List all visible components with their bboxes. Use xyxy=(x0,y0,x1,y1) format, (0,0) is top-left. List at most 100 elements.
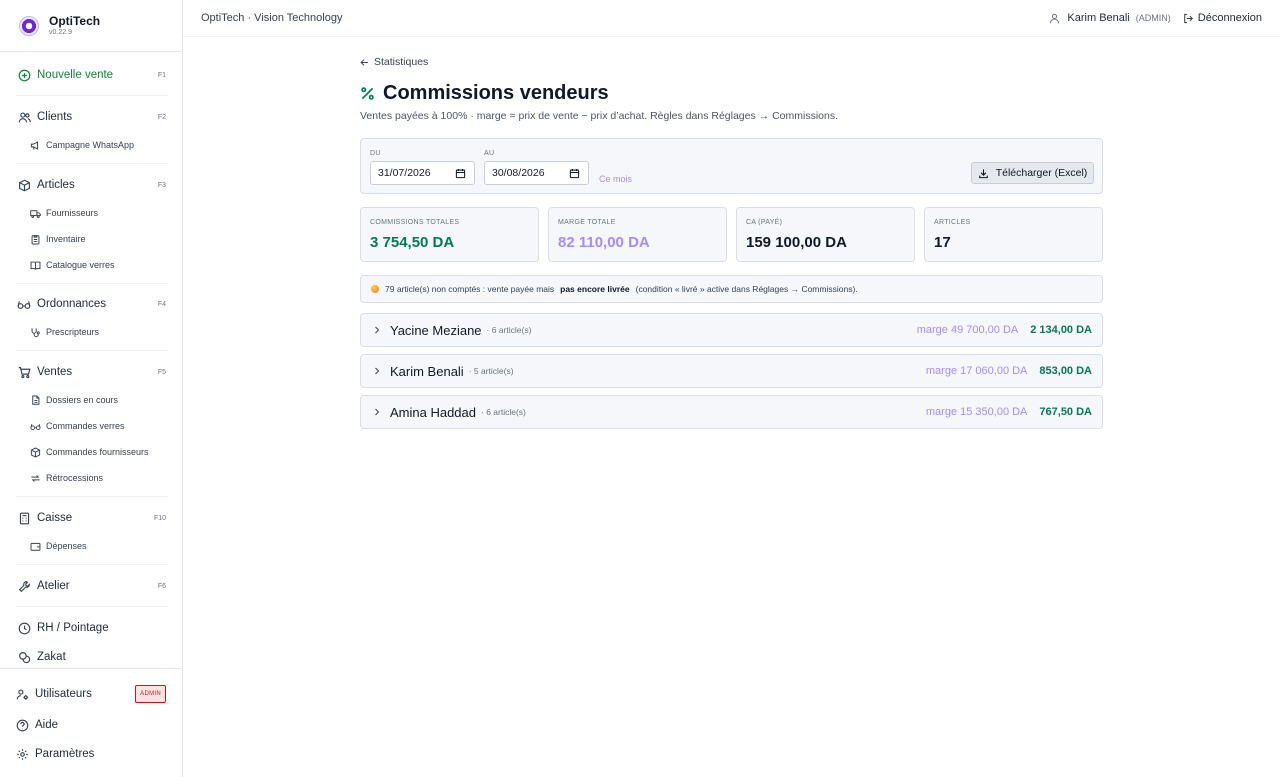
truck-icon xyxy=(30,208,41,219)
page-header: Commissions vendeurs xyxy=(360,82,609,105)
calculator-icon xyxy=(17,511,31,525)
divider xyxy=(16,606,168,607)
back-link[interactable]: Statistiques xyxy=(360,56,428,68)
notice-text-2: (condition « livré » active dans Réglage… xyxy=(635,284,858,294)
chevron-right-icon xyxy=(373,367,381,375)
sidebar-item-label: Ventes xyxy=(37,366,73,378)
sidebar-item-label: Dépenses xyxy=(46,541,87,551)
seller-article-count: · 6 article(s) xyxy=(486,325,532,335)
stat-value: 82 110,00 DA xyxy=(558,234,650,251)
sidebar-item-expenses[interactable]: Dépenses xyxy=(0,537,182,555)
brand-version: v0.22.9 xyxy=(49,28,72,36)
user-cog-icon xyxy=(15,687,29,701)
sidebar-item-supplier-orders[interactable]: Commandes fournisseurs xyxy=(0,443,182,461)
sidebar-item-new-sale[interactable]: Nouvelle vente F1 xyxy=(0,64,182,86)
sidebar-item-label: Inventaire xyxy=(46,234,86,244)
current-user[interactable]: Karim Benali (ADMIN) xyxy=(1049,12,1171,24)
page-title: Commissions vendeurs xyxy=(383,82,609,104)
app-title: OptiTech · Vision Technology xyxy=(201,12,343,24)
stat-value: 159 100,00 DA xyxy=(746,234,847,251)
sidebar-item-workshop[interactable]: Atelier F6 xyxy=(0,575,182,597)
from-date-value: 31/07/2026 xyxy=(378,167,431,179)
divider xyxy=(16,350,168,351)
sidebar-item-settings[interactable]: Paramètres xyxy=(0,743,182,765)
divider xyxy=(0,668,182,669)
wallet-icon xyxy=(30,541,41,552)
this-month-link[interactable]: Ce mois xyxy=(599,174,632,184)
from-label: DU xyxy=(370,150,381,157)
chevron-right-icon xyxy=(373,408,381,416)
seller-article-count: · 6 article(s) xyxy=(481,407,526,417)
stat-card-revenue: CA (PAYÉ) 159 100,00 DA xyxy=(736,207,915,262)
seller-row[interactable]: Karim Benali · 5 article(s) marge 17 060… xyxy=(360,354,1103,388)
arrow-left-icon xyxy=(360,58,369,67)
seller-row[interactable]: Amina Haddad · 6 article(s) marge 15 350… xyxy=(360,395,1103,429)
shortcut-key: F2 xyxy=(157,113,166,121)
sidebar-item-zakat[interactable]: Zakat xyxy=(0,646,182,668)
calendar-icon[interactable] xyxy=(455,168,466,182)
divider xyxy=(16,564,168,565)
sidebar-item-retro[interactable]: Rétrocessions xyxy=(0,469,182,487)
shortcut-key: F5 xyxy=(157,368,166,376)
sidebar-item-hr[interactable]: RH / Pointage xyxy=(0,617,182,639)
sidebar-item-clients[interactable]: Clients F2 xyxy=(0,106,182,128)
download-label: Télécharger (Excel) xyxy=(995,167,1088,179)
to-date-input[interactable]: 30/08/2026 xyxy=(484,161,589,185)
glasses-icon xyxy=(17,297,31,311)
shortcut-key: F4 xyxy=(157,300,166,308)
package-icon xyxy=(30,446,41,458)
sidebar-item-label: Rétrocessions xyxy=(46,473,104,483)
sidebar-item-suppliers[interactable]: Fournisseurs xyxy=(0,204,182,222)
page-subtitle: Ventes payées à 100% · marge = prix de v… xyxy=(360,110,839,122)
from-date-input[interactable]: 31/07/2026 xyxy=(370,161,475,185)
stat-value: 17 xyxy=(934,234,951,251)
stat-card-articles: ARTICLES 17 xyxy=(924,207,1103,262)
seller-row[interactable]: Yacine Meziane · 6 article(s) marge 49 7… xyxy=(360,313,1103,347)
sidebar-item-label: Commandes fournisseurs xyxy=(46,447,149,457)
sidebar-item-cash[interactable]: Caisse F10 xyxy=(0,507,182,529)
sidebar-item-label: Atelier xyxy=(37,580,70,592)
download-excel-button[interactable]: Télécharger (Excel) xyxy=(971,162,1094,184)
notice-banner: 79 article(s) non comptés : vente payée … xyxy=(360,275,1103,303)
sidebar-item-prescribers[interactable]: Prescripteurs xyxy=(0,323,182,341)
users-icon xyxy=(17,110,31,124)
book-icon xyxy=(30,260,41,271)
seller-margin: marge 15 350,00 DA xyxy=(925,406,1028,418)
seller-commission: 853,00 DA xyxy=(1039,365,1092,377)
sidebar-item-label: Campagne WhatsApp xyxy=(46,140,135,150)
sidebar-item-help[interactable]: Aide xyxy=(0,714,182,736)
sidebar-item-inventory[interactable]: Inventaire xyxy=(0,230,182,248)
sidebar-item-lens-orders[interactable]: Commandes verres xyxy=(0,417,182,435)
sidebar-item-label: Aide xyxy=(35,719,59,731)
top-bar: OptiTech · Vision Technology Karim Benal… xyxy=(183,0,1280,37)
stat-label: COMMISSIONS TOTALES xyxy=(370,219,460,226)
brand-name: OptiTech xyxy=(49,13,101,28)
sidebar-item-label: Dossiers en cours xyxy=(46,395,119,405)
seller-commission: 767,50 DA xyxy=(1039,406,1092,418)
sidebar-item-prescriptions[interactable]: Ordonnances F4 xyxy=(0,293,182,315)
glasses-icon xyxy=(30,421,41,432)
cart-icon xyxy=(17,365,31,379)
seller-commission: 2 134,00 DA xyxy=(1030,324,1092,336)
logout-button[interactable]: Déconnexion xyxy=(1183,12,1262,24)
sidebar-item-catalog[interactable]: Catalogue verres xyxy=(0,256,182,274)
coins-icon xyxy=(17,650,31,664)
warning-icon xyxy=(371,285,379,293)
files-icon xyxy=(30,395,41,406)
shortcut-key: F1 xyxy=(157,71,166,79)
sidebar-item-users[interactable]: Utilisateurs ADMIN xyxy=(0,683,182,705)
shortcut-key: F6 xyxy=(157,582,166,590)
calendar-icon[interactable] xyxy=(569,168,580,182)
megaphone-icon xyxy=(30,140,41,151)
sidebar-item-label: Paramètres xyxy=(35,748,95,760)
sidebar-item-sales[interactable]: Ventes F5 xyxy=(0,361,182,383)
sidebar-item-whatsapp[interactable]: Campagne WhatsApp xyxy=(0,136,182,154)
divider xyxy=(16,95,168,96)
sidebar-item-label: Nouvelle vente xyxy=(37,69,114,81)
sidebar-item-articles[interactable]: Articles F3 xyxy=(0,174,182,196)
help-icon xyxy=(15,718,29,732)
percent-icon xyxy=(360,86,375,101)
gear-icon xyxy=(15,747,29,761)
divider xyxy=(16,283,168,284)
sidebar-item-files[interactable]: Dossiers en cours xyxy=(0,391,182,409)
